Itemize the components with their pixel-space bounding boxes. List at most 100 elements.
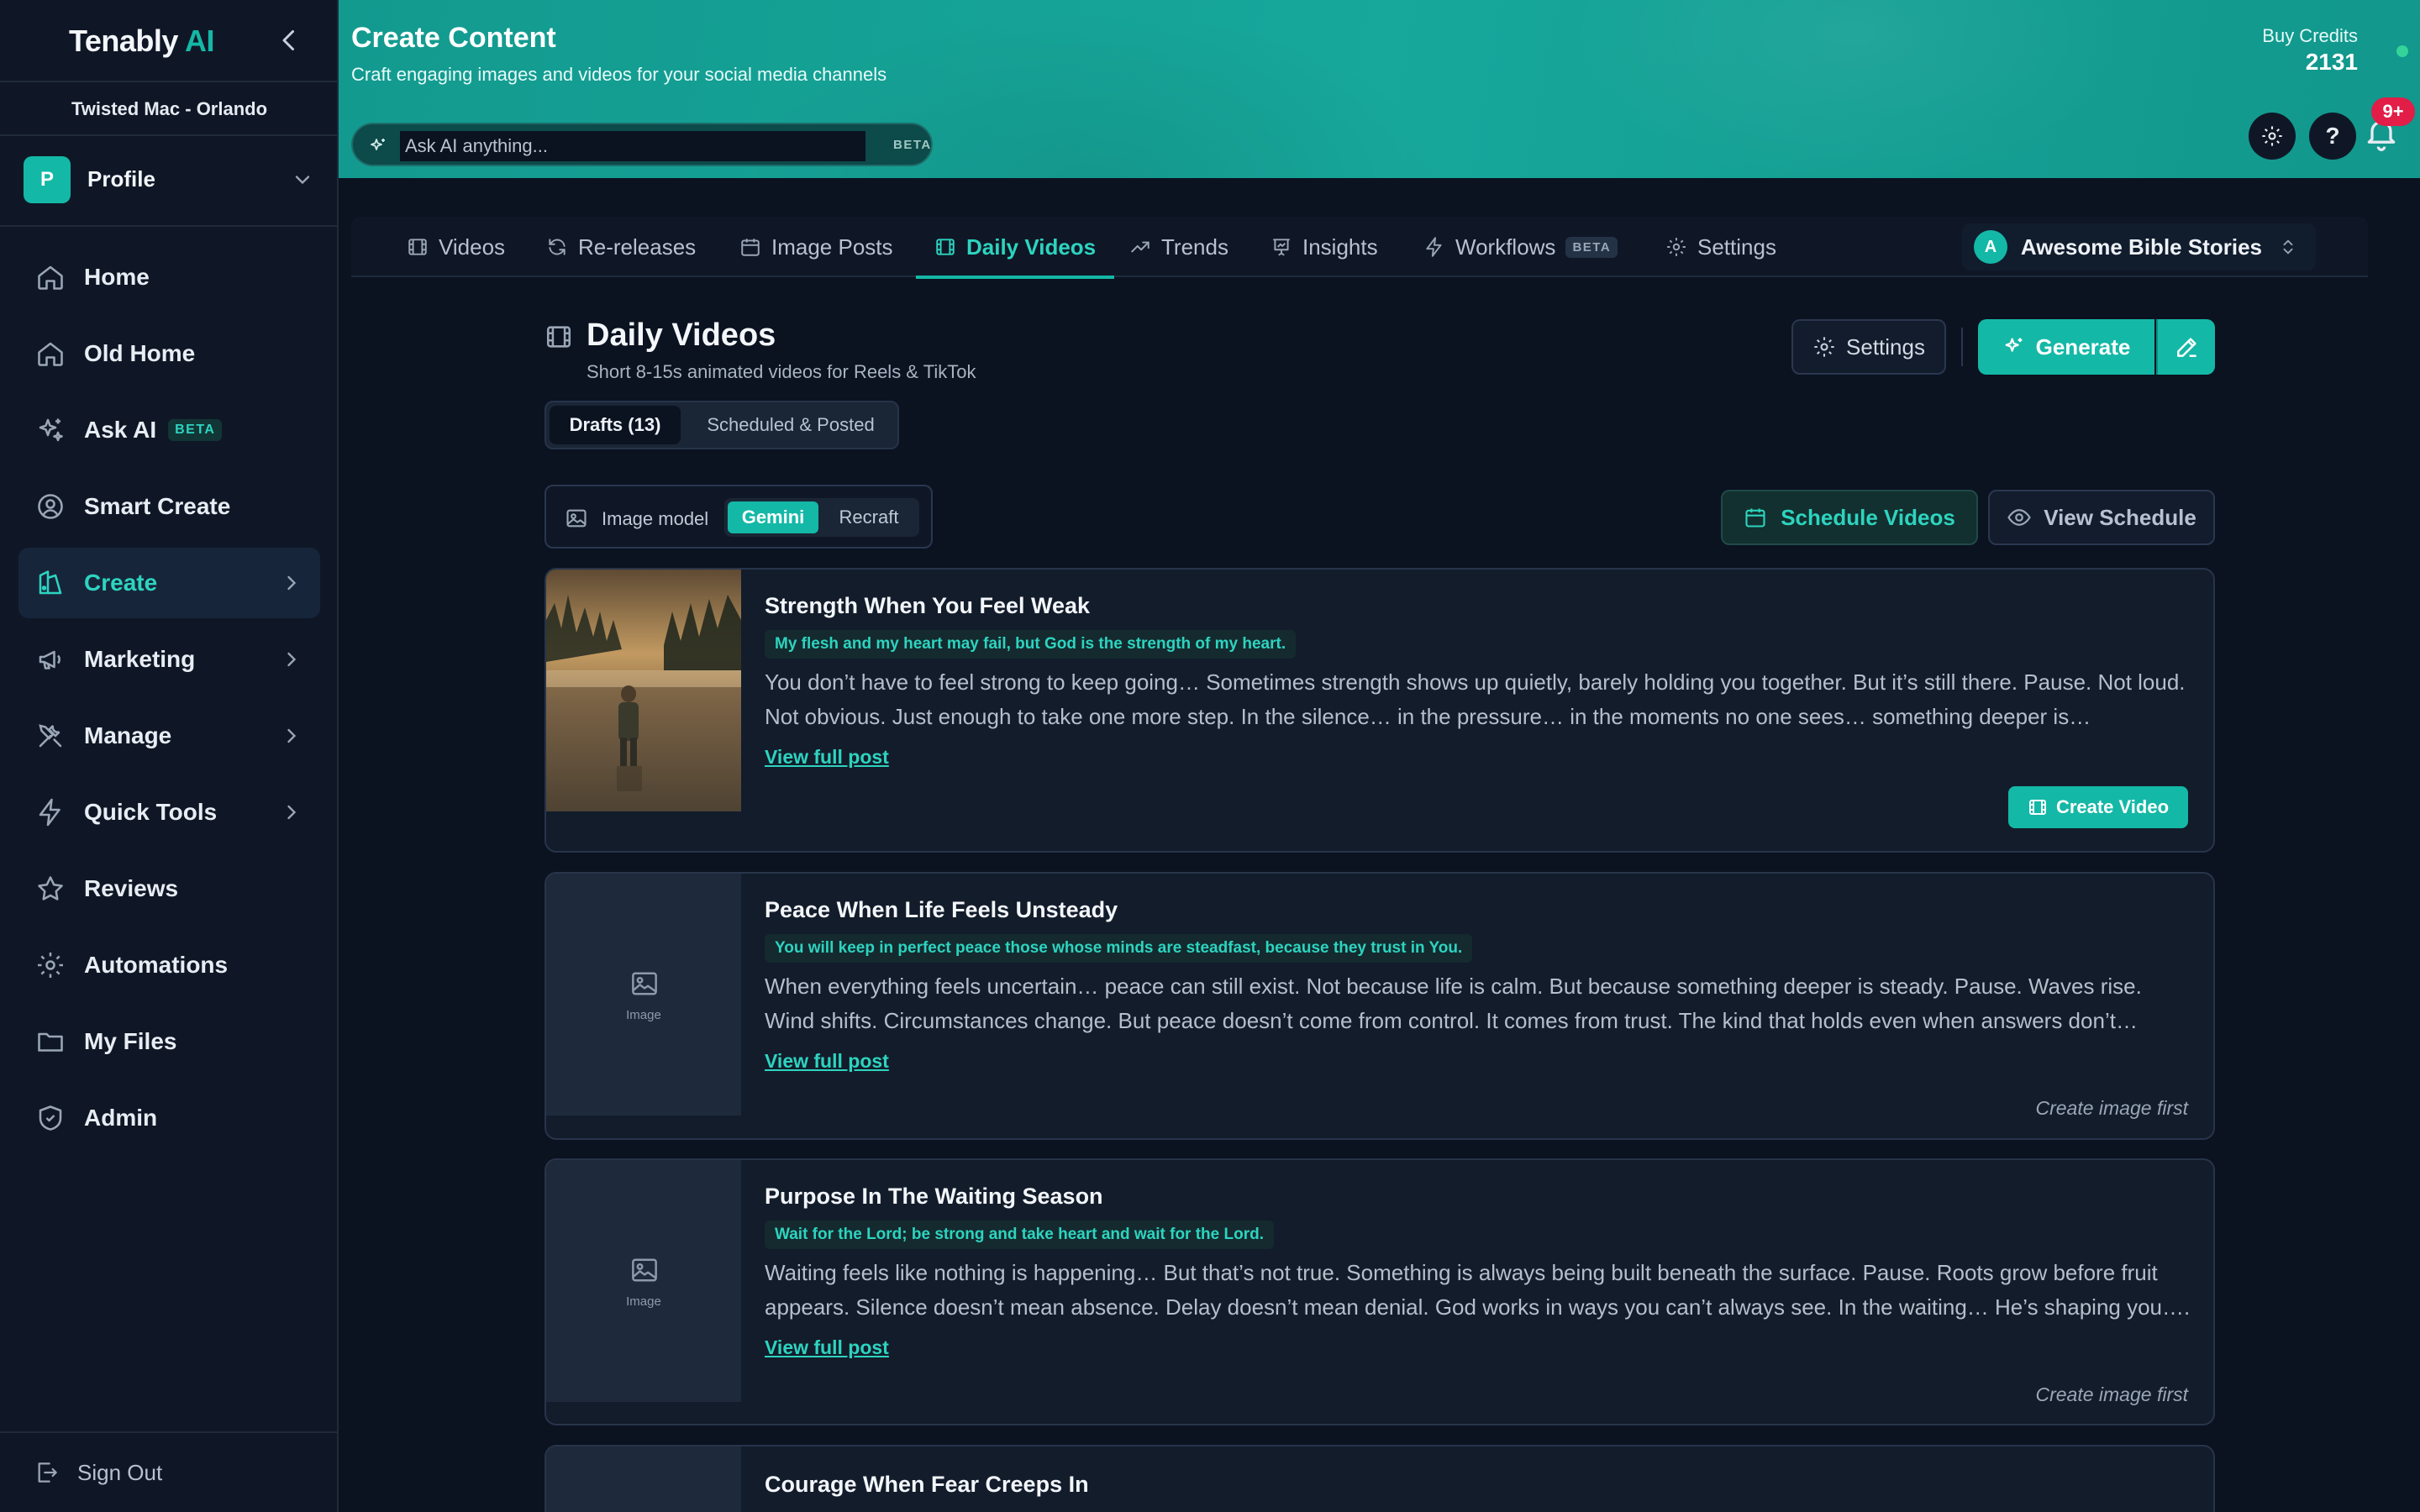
- generate-button[interactable]: Generate: [1978, 319, 2154, 375]
- film-icon: [2028, 797, 2048, 817]
- sign-out-button[interactable]: Sign Out: [0, 1431, 339, 1512]
- model-option-gemini[interactable]: Gemini: [728, 501, 818, 533]
- tab-scheduled-posted[interactable]: Scheduled & Posted: [687, 406, 894, 444]
- tab-label: Settings: [1697, 234, 1776, 260]
- sidebar-item-quick-tools[interactable]: Quick Tools: [18, 777, 320, 848]
- image-placeholder: [546, 1446, 741, 1512]
- create-video-button[interactable]: Create Video: [2008, 786, 2188, 828]
- sidebar-item-manage[interactable]: Manage: [18, 701, 320, 771]
- sparkles-icon: [35, 415, 66, 445]
- sidebar-item-ask-ai[interactable]: Ask AI BETA: [18, 395, 320, 465]
- brand-name: Tenably: [69, 24, 178, 58]
- sidebar-item-label: Manage: [84, 722, 172, 748]
- ask-ai-input[interactable]: [400, 131, 865, 161]
- post-body: When everything feels uncertain… peace c…: [765, 974, 2142, 1033]
- chevron-right-icon: [280, 571, 303, 595]
- logout-icon: [34, 1459, 60, 1486]
- calendar-icon: [1744, 506, 1767, 529]
- view-schedule-button[interactable]: View Schedule: [1988, 490, 2215, 545]
- sidebar-item-label: Marketing: [84, 646, 196, 672]
- tab-insights[interactable]: Insights: [1270, 217, 1378, 277]
- page-header: Create Content Craft engaging images and…: [339, 0, 2420, 178]
- sidebar-item-my-files[interactable]: My Files: [18, 1006, 320, 1077]
- video-card: Strength When You Feel Weak My flesh and…: [544, 568, 2215, 853]
- sidebar-item-label: Create: [84, 570, 158, 596]
- calendar-icon: [739, 236, 761, 258]
- tab-daily-videos[interactable]: Daily Videos: [915, 217, 1115, 279]
- sidebar-item-label: Smart Create: [84, 493, 231, 519]
- chevron-down-icon: [291, 168, 314, 192]
- post-title: Courage When Fear Creeps In: [765, 1472, 1089, 1497]
- schedule-videos-label: Schedule Videos: [1781, 504, 1955, 530]
- collapse-sidebar-icon[interactable]: [274, 25, 304, 55]
- trend-icon: [1129, 236, 1151, 258]
- view-schedule-label: View Schedule: [2044, 504, 2196, 530]
- sidebar-item-label: Old Home: [84, 340, 196, 366]
- model-segment: Gemini Recraft: [724, 498, 919, 537]
- buy-credits-link[interactable]: Buy Credits: [2262, 25, 2358, 47]
- tab-image-posts[interactable]: Image Posts: [739, 217, 893, 277]
- sidebar-item-home[interactable]: Home: [18, 242, 320, 312]
- beta-badge: BETA: [1565, 236, 1618, 258]
- tab-label: Image Posts: [771, 234, 893, 260]
- video-card: Courage When Fear Creeps In: [544, 1445, 2215, 1512]
- tab-workflows[interactable]: Workflows BETA: [1423, 217, 1618, 277]
- settings-button[interactable]: [2249, 113, 2296, 160]
- model-option-recraft[interactable]: Recraft: [822, 501, 916, 533]
- tab-drafts[interactable]: Drafts (13): [550, 406, 681, 444]
- create-image-first-note: Create image first: [2035, 1383, 2188, 1405]
- sidebar-item-admin[interactable]: Admin: [18, 1083, 320, 1153]
- tab-label: Workflows: [1455, 234, 1556, 260]
- image-icon: [630, 1257, 659, 1283]
- ask-ai-bar: BETA: [351, 123, 933, 166]
- post-verse: My flesh and my heart may fail, but God …: [765, 630, 1297, 659]
- sidebar-item-create[interactable]: Create: [18, 548, 320, 618]
- view-full-post-link[interactable]: View full post: [765, 1336, 889, 1359]
- edit-icon: [2177, 338, 2196, 357]
- tab-label: Re-releases: [578, 234, 697, 260]
- sidebar-item-label: Reviews: [84, 875, 179, 901]
- notification-badge: 9+: [2371, 97, 2415, 126]
- view-full-post-link[interactable]: View full post: [765, 1050, 889, 1073]
- daily-videos-settings-button[interactable]: Settings: [1791, 319, 1946, 375]
- post-thumbnail[interactable]: [546, 570, 741, 811]
- image-placeholder: Image: [546, 874, 741, 1116]
- user-circle-icon: [35, 491, 66, 522]
- page-subtitle: Short 8-15s animated videos for Reels & …: [587, 361, 976, 382]
- help-button[interactable]: ?: [2309, 113, 2356, 160]
- image-placeholder-label: Image: [626, 1294, 661, 1309]
- sidebar-item-label: Admin: [84, 1105, 158, 1131]
- schedule-videos-button[interactable]: Schedule Videos: [1721, 490, 1978, 545]
- refresh-icon: [546, 236, 568, 258]
- gear-icon: [1812, 335, 1836, 359]
- image-model-selector: Image model Gemini Recraft: [544, 485, 933, 549]
- gear-icon: [35, 950, 66, 980]
- thumbnail-image: [546, 570, 741, 811]
- sidebar-item-smart-create[interactable]: Smart Create: [18, 471, 320, 542]
- presentation-icon: [1270, 236, 1292, 258]
- sidebar-item-reviews[interactable]: Reviews: [18, 853, 320, 924]
- tab-label: Trends: [1161, 234, 1228, 260]
- sidebar-item-old-home[interactable]: Old Home: [18, 318, 320, 389]
- brand-logo[interactable]: Tenably AI: [69, 24, 215, 59]
- post-body: You don’t have to feel strong to keep go…: [765, 669, 2186, 729]
- tab-settings[interactable]: Settings: [1665, 217, 1776, 277]
- view-full-post-link[interactable]: View full post: [765, 746, 889, 769]
- channel-selector[interactable]: A Awesome Bible Stories: [1961, 223, 2316, 270]
- sidebar-item-marketing[interactable]: Marketing: [18, 624, 320, 695]
- profile-selector[interactable]: P Profile: [0, 136, 339, 227]
- tab-videos[interactable]: Videos: [407, 217, 505, 277]
- folder-icon: [35, 1026, 66, 1057]
- post-body: Waiting feels like nothing is happening……: [765, 1260, 2191, 1320]
- sidebar-item-automations[interactable]: Automations: [18, 930, 320, 1000]
- sparkles-icon: [368, 136, 388, 156]
- post-title: Peace When Life Feels Unsteady: [765, 897, 1118, 922]
- tab-trends[interactable]: Trends: [1129, 217, 1228, 277]
- beta-badge: BETA: [168, 419, 223, 441]
- video-card: Image Purpose In The Waiting Season Wait…: [544, 1158, 2215, 1425]
- tab-re-releases[interactable]: Re-releases: [546, 217, 696, 277]
- film-icon: [934, 236, 956, 258]
- draft-status-tabs: Drafts (13) Scheduled & Posted: [544, 401, 899, 449]
- edit-prompt-button[interactable]: [2156, 319, 2215, 375]
- star-icon: [35, 874, 66, 904]
